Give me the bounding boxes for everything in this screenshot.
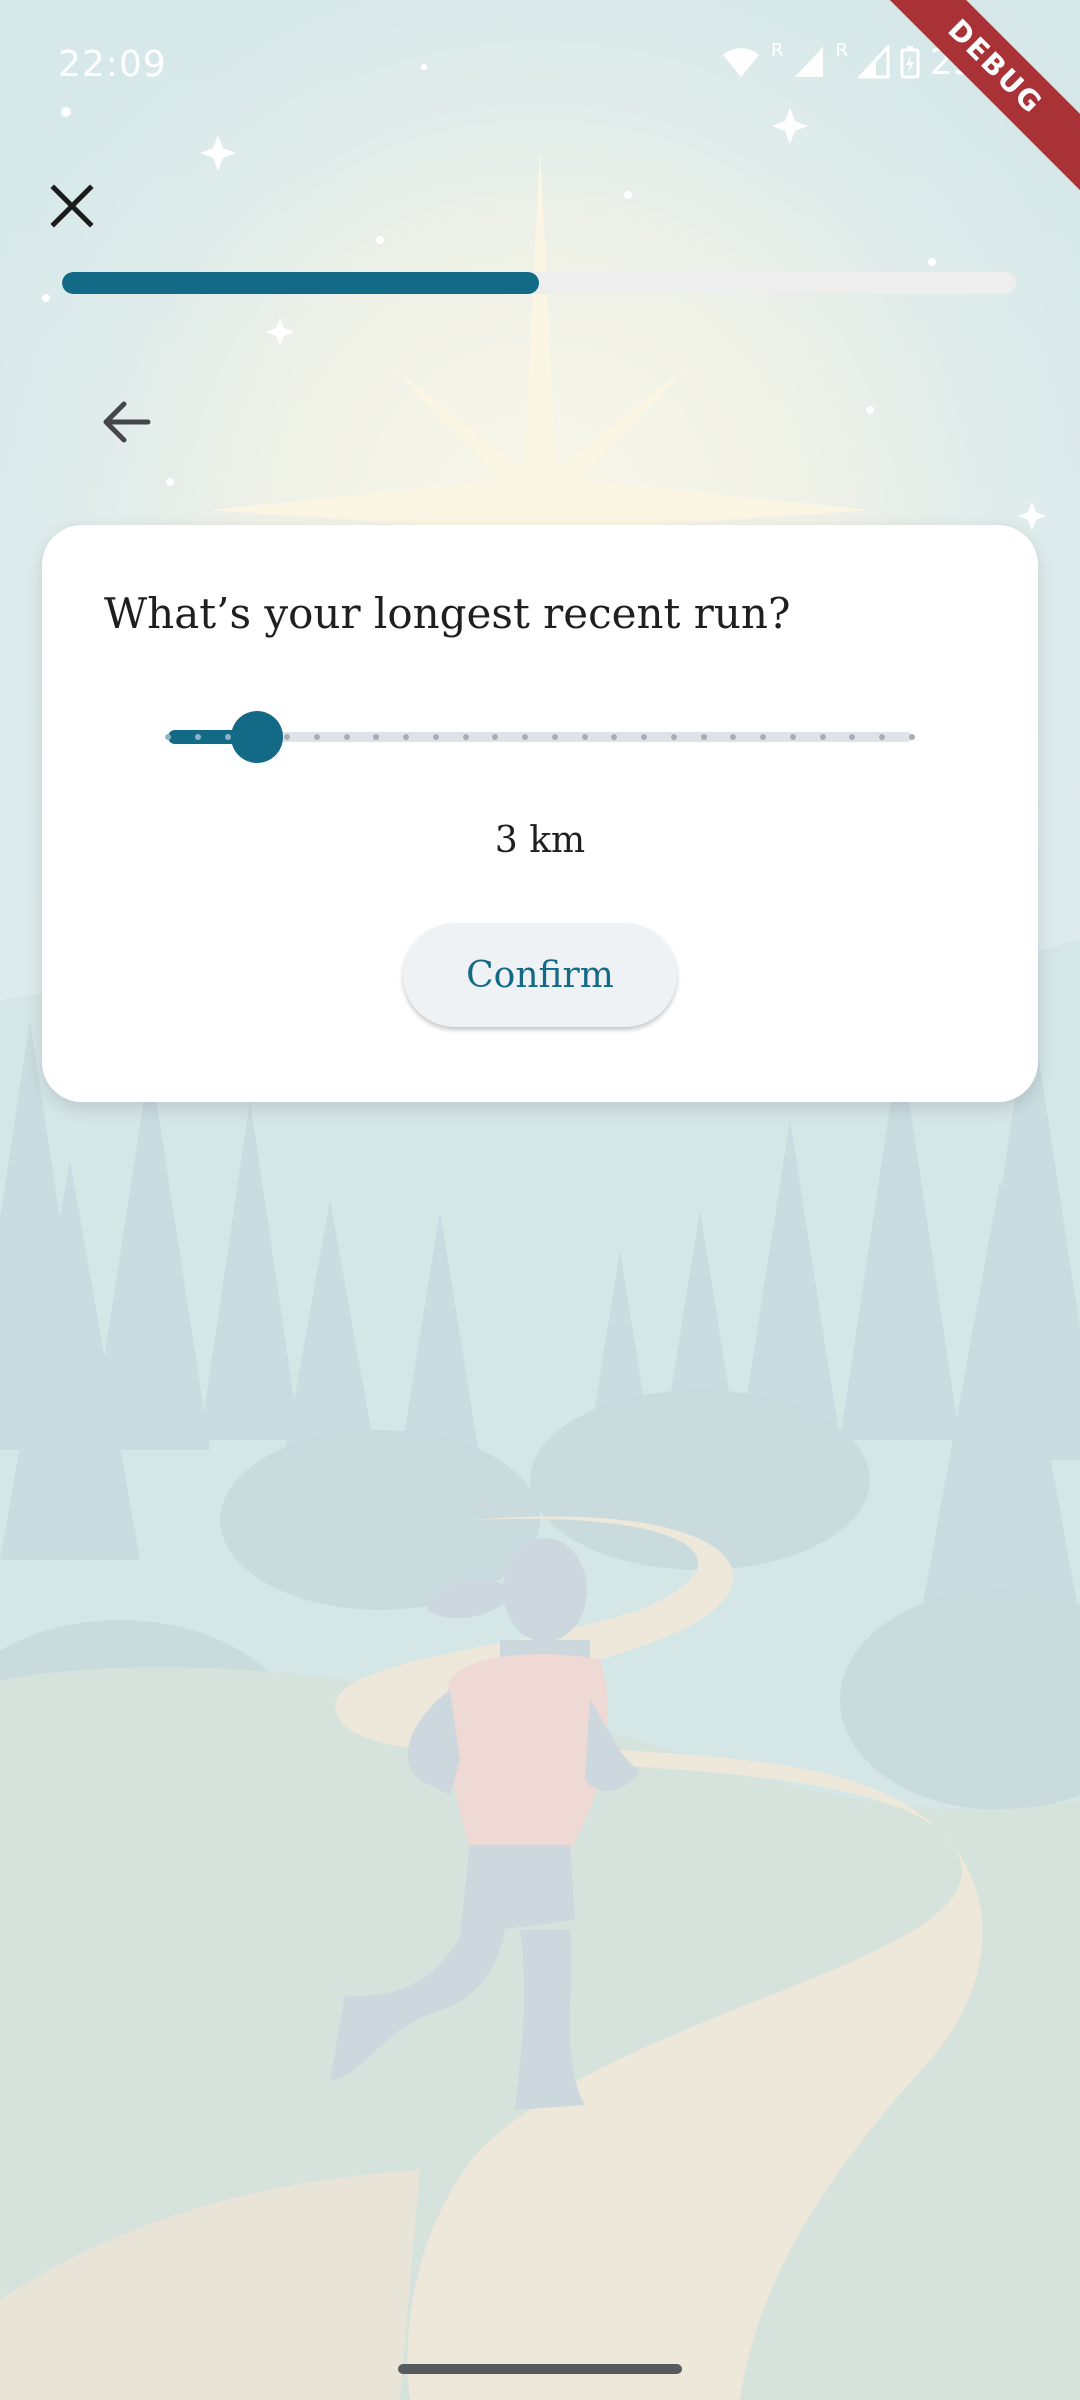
question-text: What’s your longest recent run? [104, 589, 791, 638]
back-button[interactable] [96, 390, 160, 454]
battery-charging-icon [900, 45, 920, 79]
question-card: What’s your longest recent run? 3 km Con… [42, 525, 1038, 1102]
cell-signal-icon-1 [793, 45, 825, 79]
distance-slider[interactable] [165, 711, 915, 763]
slider-tick [313, 734, 320, 740]
progress-bar-fill [62, 272, 539, 294]
slider-tick [224, 734, 231, 740]
home-indicator[interactable] [398, 2364, 682, 2374]
slider-thumb[interactable] [231, 711, 284, 763]
slider-tick [432, 734, 439, 740]
slider-tick [581, 734, 588, 740]
slider-tick [343, 734, 350, 740]
slider-tick [462, 734, 469, 740]
status-time: 22:09 [58, 44, 167, 85]
slider-tick [670, 734, 677, 740]
arrow-left-icon [103, 401, 151, 443]
wifi-icon [721, 45, 761, 79]
roaming-indicator-1: R [770, 40, 784, 61]
slider-tick [284, 734, 291, 740]
slider-tick [165, 734, 171, 740]
confirm-button[interactable]: Confirm [403, 923, 677, 1027]
progress-bar [62, 272, 1016, 294]
slider-value-label: 3 km [494, 820, 586, 861]
close-button[interactable] [44, 178, 100, 234]
close-icon [50, 184, 94, 228]
roaming-indicator-2: R [835, 40, 848, 61]
slider-tick [551, 734, 558, 740]
background-illustration [0, 0, 1080, 2400]
slider-tick [789, 734, 796, 740]
slider-tick [194, 734, 201, 740]
slider-tick [700, 734, 707, 740]
slider-tick [819, 734, 826, 740]
slider-tick [909, 734, 915, 740]
cell-signal-icon-2 [857, 45, 890, 79]
